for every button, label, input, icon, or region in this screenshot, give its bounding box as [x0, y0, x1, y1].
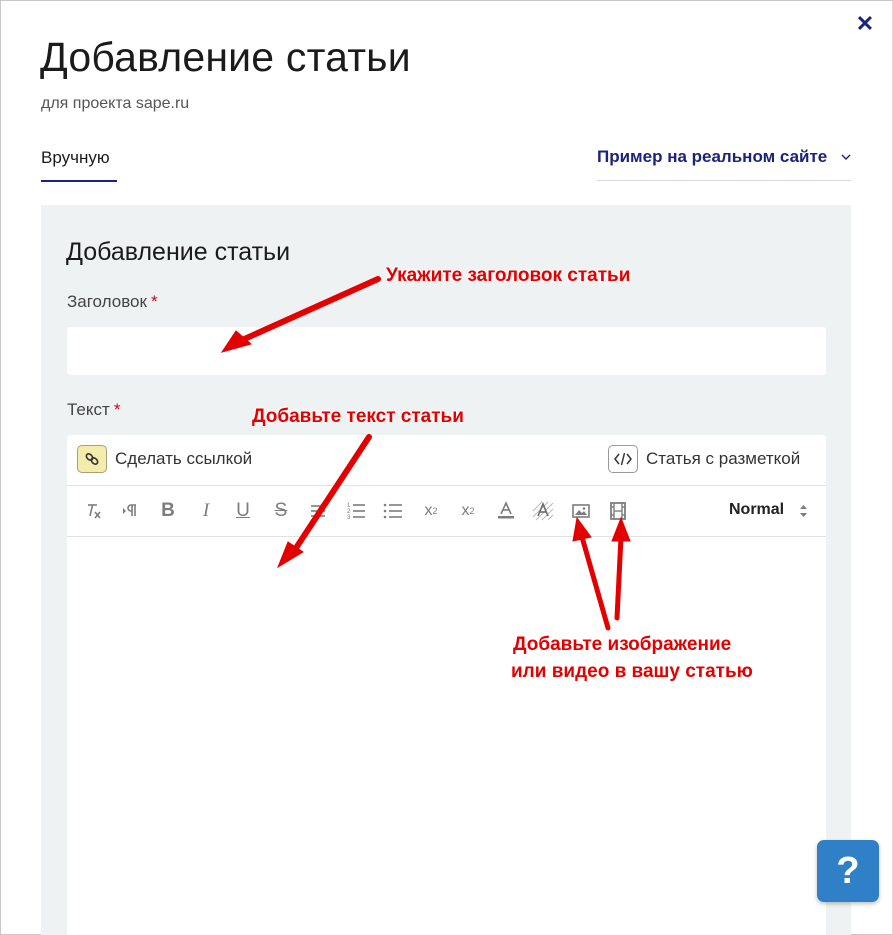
subscript-icon[interactable]: x2 — [418, 498, 444, 524]
dialog-title: Добавление статьи — [40, 34, 411, 80]
annotation-title-hint: Укажите заголовок статьи — [386, 265, 631, 286]
superscript-icon[interactable]: x2 — [455, 498, 481, 524]
video-icon[interactable] — [605, 498, 631, 524]
close-icon[interactable]: ✕ — [853, 12, 877, 36]
markup-article-label: Статья с разметкой — [646, 449, 801, 468]
format-select[interactable]: Normal — [729, 501, 807, 519]
tab-manual[interactable]: Вручную — [41, 148, 117, 182]
title-label-text: Заголовок — [67, 292, 147, 311]
link-icon — [77, 445, 107, 473]
example-dropdown[interactable]: Пример на реальном сайте — [597, 147, 851, 181]
italic-icon[interactable]: I — [193, 498, 219, 524]
bold-icon[interactable]: B — [155, 498, 181, 524]
panel-heading: Добавление статьи — [66, 238, 291, 266]
text-color-icon[interactable] — [493, 498, 519, 524]
annotation-media-hint-1: Добавьте изображение — [513, 634, 732, 655]
make-link-label: Сделать ссылкой — [115, 449, 253, 468]
strikethrough-icon[interactable]: S — [268, 498, 294, 524]
image-icon[interactable] — [568, 498, 594, 524]
help-button[interactable]: ? — [817, 840, 879, 902]
underline-icon[interactable]: U — [230, 498, 256, 524]
rich-text-editor: Сделать ссылкой Статья с разметкой B I U… — [67, 435, 826, 935]
format-select-value: Normal — [729, 501, 785, 518]
code-icon — [608, 445, 638, 473]
annotation-media-hint-2: или видео в вашу статью — [511, 661, 753, 682]
annotation-text-hint: Добавьте текст статьи — [252, 406, 464, 427]
ordered-list-icon[interactable]: 123 — [343, 498, 369, 524]
updown-icon — [800, 505, 807, 517]
make-link-button[interactable]: Сделать ссылкой — [77, 445, 252, 473]
editor-content-area[interactable] — [67, 537, 826, 935]
clear-format-icon[interactable] — [81, 498, 107, 524]
title-input[interactable] — [67, 327, 826, 375]
text-label-text: Текст — [67, 400, 110, 419]
align-icon[interactable] — [305, 498, 331, 524]
markup-article-button[interactable]: Статья с разметкой — [608, 445, 800, 473]
editor-toolbar: B I U S 123 x2 x2 Normal — [67, 486, 826, 537]
editor-top-row: Сделать ссылкой Статья с разметкой — [67, 435, 826, 486]
required-mark: * — [113, 400, 121, 419]
text-label: Текст * — [67, 400, 120, 420]
dialog-subtitle: для проекта sape.ru — [41, 95, 190, 112]
chevron-down-icon — [841, 154, 851, 160]
text-direction-icon[interactable] — [118, 498, 144, 524]
svg-text:3: 3 — [347, 515, 351, 521]
required-mark: * — [150, 292, 158, 311]
bullet-list-icon[interactable] — [380, 498, 406, 524]
example-dropdown-label: Пример на реальном сайте — [597, 147, 828, 166]
title-label: Заголовок * — [67, 292, 158, 312]
background-color-icon[interactable] — [530, 498, 556, 524]
